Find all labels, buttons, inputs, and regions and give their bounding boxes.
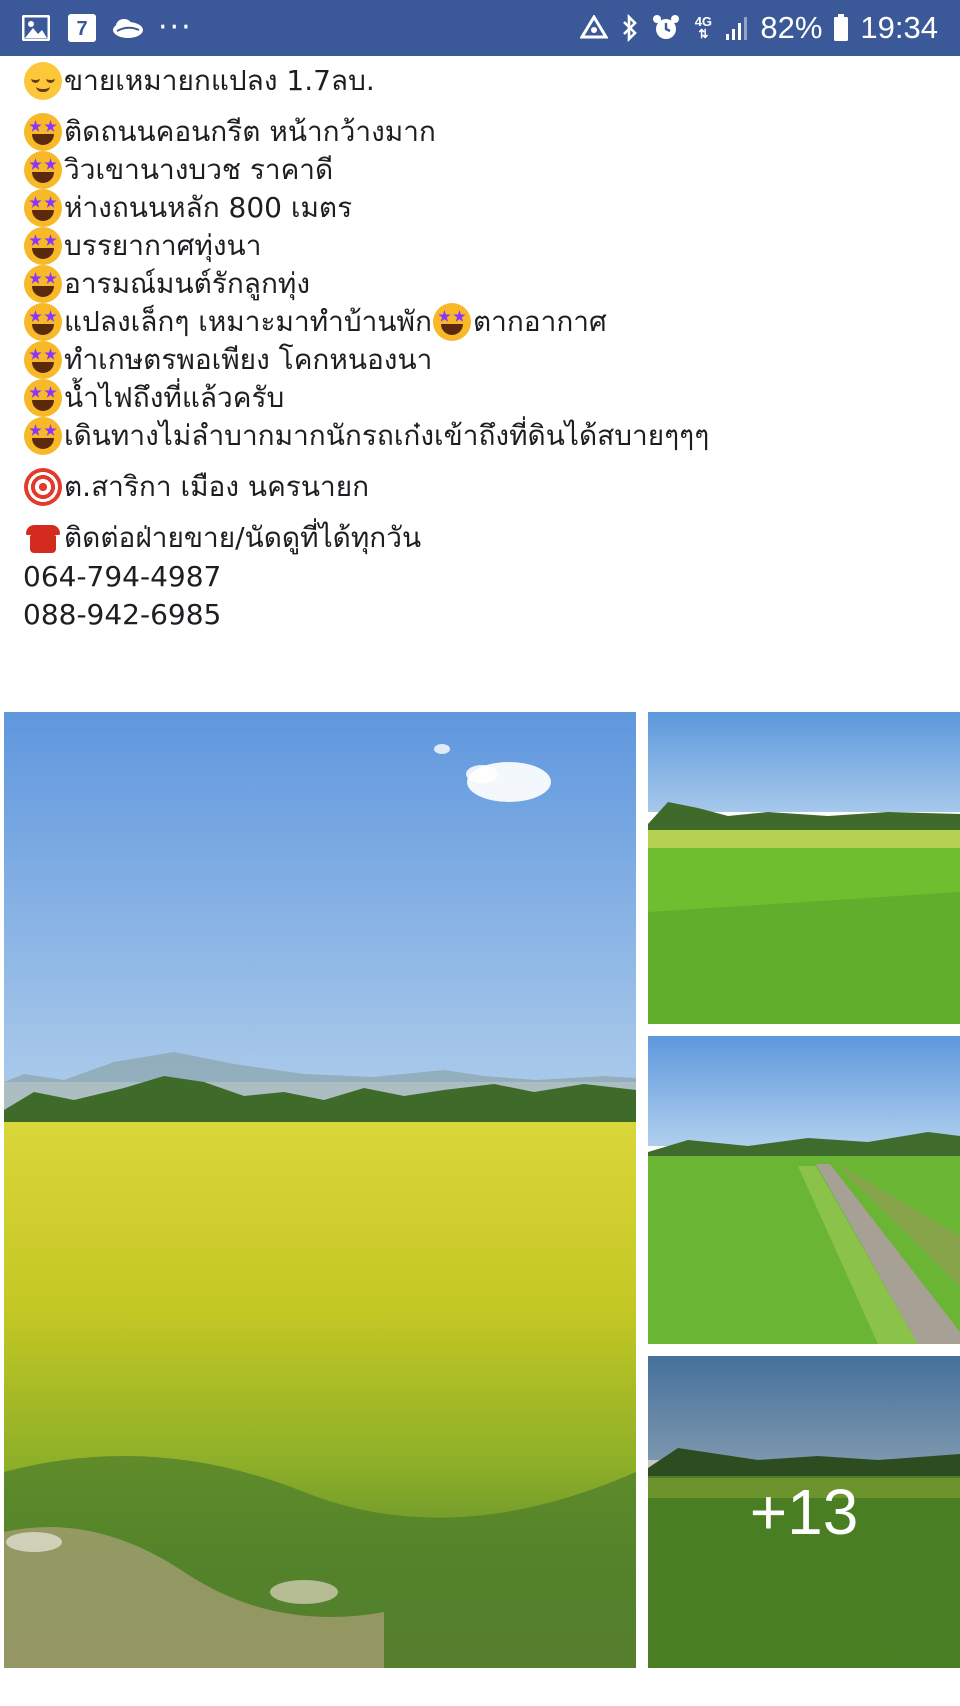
star-struck-emoji-icon — [24, 189, 62, 227]
clock-time: 19:34 — [860, 10, 938, 45]
seven-eleven-icon: 7 — [66, 13, 98, 43]
svg-text:7: 7 — [76, 18, 87, 40]
recycle-icon — [578, 13, 610, 43]
battery-icon — [832, 13, 850, 43]
post-headline: ขายเหมายกแปลง 1.7ลบ. — [24, 60, 375, 102]
photo-thumb-2[interactable] — [648, 1036, 960, 1344]
feature-line: อารมณ์มนต์รักลูกทุ่ง — [24, 263, 310, 305]
alarm-icon — [650, 13, 682, 43]
star-struck-emoji-icon — [24, 227, 62, 265]
feature-line: บรรยากาศทุ่งนา — [24, 225, 261, 267]
feature-line: แปลงเล็กๆ เหมาะมาทำบ้านพัก ตากอากาศ — [24, 301, 607, 343]
feature-line: น้ำไฟถึงที่แล้วครับ — [24, 377, 284, 419]
photo-thumb-more[interactable]: +13 — [648, 1356, 960, 1668]
bluetooth-icon — [620, 13, 640, 43]
star-struck-emoji-icon — [24, 341, 62, 379]
direct-hit-target-icon — [24, 468, 62, 506]
network-4g-icon: 4G ⇅ — [694, 14, 713, 41]
feature-line: ห่างถนนหลัก 800 เมตร — [24, 187, 352, 229]
feature-line: วิวเขานางบวช ราคาดี — [24, 149, 333, 191]
feature-text: เดินทางไม่ลำบากมากนักรถเก๋งเข้าถึงที่ดิน… — [64, 419, 710, 452]
star-struck-emoji-icon — [24, 151, 62, 189]
feature-line: เดินทางไม่ลำบากมากนักรถเก๋งเข้าถึงที่ดิน… — [24, 415, 709, 457]
status-bar: 7 ··· 4G ⇅ 82% 19:34 — [0, 0, 960, 56]
more-photos-count[interactable]: +13 — [648, 1356, 960, 1668]
more-dots-icon: ··· — [158, 10, 193, 45]
phone-number[interactable]: 064-794-4987 — [23, 555, 221, 597]
cloud-icon — [112, 13, 144, 43]
field-path-photo — [648, 1036, 960, 1344]
photo-thumb-1[interactable] — [648, 712, 960, 1024]
rice-field-photo — [4, 712, 636, 1668]
feature-line: ทำเกษตรพอเพียง โคกหนองนา — [24, 339, 432, 381]
headline-text: ขายเหมายกแปลง 1.7ลบ. — [64, 64, 375, 97]
battery-level: 82% — [760, 10, 823, 45]
gallery-icon — [20, 13, 52, 43]
star-struck-emoji-icon — [24, 265, 62, 303]
star-struck-emoji-icon — [24, 379, 62, 417]
green-field-photo — [648, 712, 960, 1024]
signal-icon — [724, 13, 750, 43]
status-bar-left: 7 ··· — [20, 10, 193, 46]
phone-number-text[interactable]: 088-942-6985 — [23, 598, 221, 631]
star-struck-emoji-icon — [24, 417, 62, 455]
contact-text: ติดต่อฝ่ายขาย/นัดดูที่ได้ทุกวัน — [64, 521, 422, 554]
feature-text-suffix: ตากอากาศ — [472, 305, 607, 338]
contact-line: ติดต่อฝ่ายขาย/นัดดูที่ได้ทุกวัน — [24, 517, 421, 559]
relieved-face-emoji-icon — [24, 62, 62, 100]
status-bar-right: 4G ⇅ 82% 19:34 — [578, 8, 938, 48]
feature-line: ติดถนนคอนกรีต หน้ากว้างมาก — [24, 111, 436, 153]
telephone-icon — [24, 519, 62, 557]
phone-number-text[interactable]: 064-794-4987 — [23, 560, 221, 593]
location-text: ต.สาริกา เมือง นครนายก — [64, 470, 370, 503]
star-struck-emoji-icon — [24, 303, 62, 341]
location-line: ต.สาริกา เมือง นครนายก — [24, 466, 369, 508]
photo-main[interactable] — [4, 712, 636, 1668]
phone-number[interactable]: 088-942-6985 — [23, 593, 221, 635]
star-struck-emoji-icon — [432, 303, 471, 341]
star-struck-emoji-icon — [24, 113, 62, 151]
